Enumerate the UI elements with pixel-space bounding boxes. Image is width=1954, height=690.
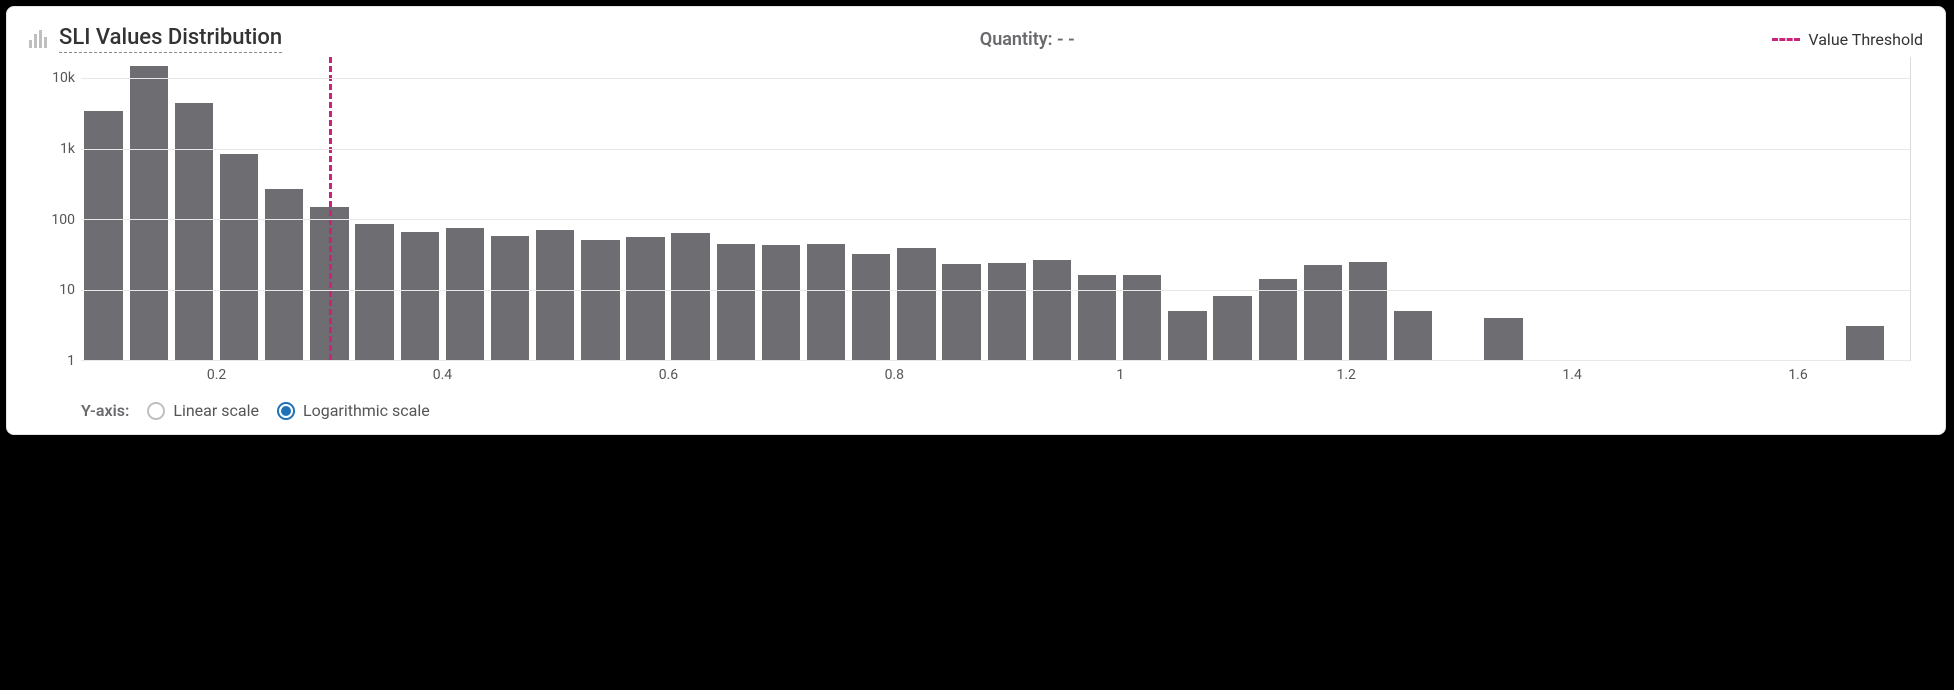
histogram-bar[interactable] [1213, 296, 1251, 360]
histogram-bar[interactable] [581, 240, 619, 360]
histogram-bar[interactable] [671, 233, 709, 360]
histogram-bar[interactable] [446, 228, 484, 360]
y-tick-label: 1k [29, 141, 75, 157]
histogram-bar[interactable] [717, 244, 755, 360]
histogram-bar[interactable] [1168, 311, 1206, 360]
radio-log-label: Logarithmic scale [303, 401, 430, 420]
histogram-bar[interactable] [355, 224, 393, 360]
x-tick-label: 1 [1116, 367, 1124, 383]
gridline [81, 78, 1910, 79]
histogram-bar[interactable] [1123, 275, 1161, 360]
chart-area: 1 10 100 1k 10k 0.2 0.4 0.6 0.8 1 1.2 1.4 1.6 [29, 57, 1923, 389]
histogram-bar[interactable] [626, 237, 664, 360]
threshold-swatch-icon [1772, 38, 1800, 41]
title-wrap: SLI Values Distribution [29, 25, 282, 53]
histogram-bar[interactable] [175, 103, 213, 360]
histogram-bar[interactable] [401, 232, 439, 360]
yaxis-label: Y-axis: [81, 401, 129, 420]
y-tick-label: 10k [29, 70, 75, 86]
histogram-bar[interactable] [988, 263, 1026, 360]
histogram-bar[interactable] [1349, 262, 1387, 360]
y-tick-label: 100 [29, 212, 75, 228]
chart-header: SLI Values Distribution Quantity: - - Va… [29, 25, 1923, 53]
histogram-bar[interactable] [130, 66, 168, 360]
histogram-bar[interactable] [762, 245, 800, 360]
x-tick-label: 1.6 [1788, 367, 1807, 383]
x-tick-label: 1.4 [1562, 367, 1581, 383]
histogram-bar[interactable] [220, 154, 258, 360]
histogram-bar[interactable] [1259, 279, 1297, 360]
bar-chart-icon [29, 30, 49, 48]
bars-layer [81, 57, 1910, 360]
plot [81, 57, 1911, 361]
radio-circle-icon [147, 402, 165, 420]
histogram-bar[interactable] [852, 254, 890, 360]
yaxis-controls: Y-axis: Linear scale Logarithmic scale [81, 401, 1923, 420]
radio-circle-icon [277, 402, 295, 420]
chart-card: SLI Values Distribution Quantity: - - Va… [6, 6, 1946, 435]
y-tick-label: 10 [29, 282, 75, 298]
histogram-bar[interactable] [1304, 265, 1342, 360]
legend-label: Value Threshold [1808, 30, 1923, 49]
gridline [81, 149, 1910, 150]
histogram-bar[interactable] [265, 189, 303, 360]
histogram-bar[interactable] [1846, 326, 1884, 360]
histogram-bar[interactable] [1394, 311, 1432, 360]
x-tick-label: 1.2 [1336, 367, 1355, 383]
radio-logarithmic-scale[interactable]: Logarithmic scale [277, 401, 430, 420]
histogram-bar[interactable] [1078, 275, 1116, 360]
x-tick-label: 0.8 [885, 367, 904, 383]
gridline [81, 290, 1910, 291]
chart-title: SLI Values Distribution [59, 25, 282, 53]
gridline [81, 219, 1910, 220]
histogram-bar[interactable] [897, 248, 935, 360]
radio-linear-label: Linear scale [173, 401, 259, 420]
quantity-label: Quantity: - - [282, 29, 1772, 50]
legend: Value Threshold [1772, 30, 1923, 49]
x-tick-label: 0.6 [659, 367, 678, 383]
histogram-bar[interactable] [491, 236, 529, 360]
histogram-bar[interactable] [536, 230, 574, 360]
histogram-bar[interactable] [1033, 260, 1071, 360]
histogram-bar[interactable] [942, 264, 980, 360]
x-tick-label: 0.4 [433, 367, 452, 383]
gridline [81, 360, 1910, 361]
radio-linear-scale[interactable]: Linear scale [147, 401, 259, 420]
x-tick-label: 0.2 [207, 367, 226, 383]
histogram-bar[interactable] [1484, 318, 1522, 360]
histogram-bar[interactable] [807, 244, 845, 360]
threshold-line [329, 57, 332, 360]
y-tick-label: 1 [29, 353, 75, 369]
